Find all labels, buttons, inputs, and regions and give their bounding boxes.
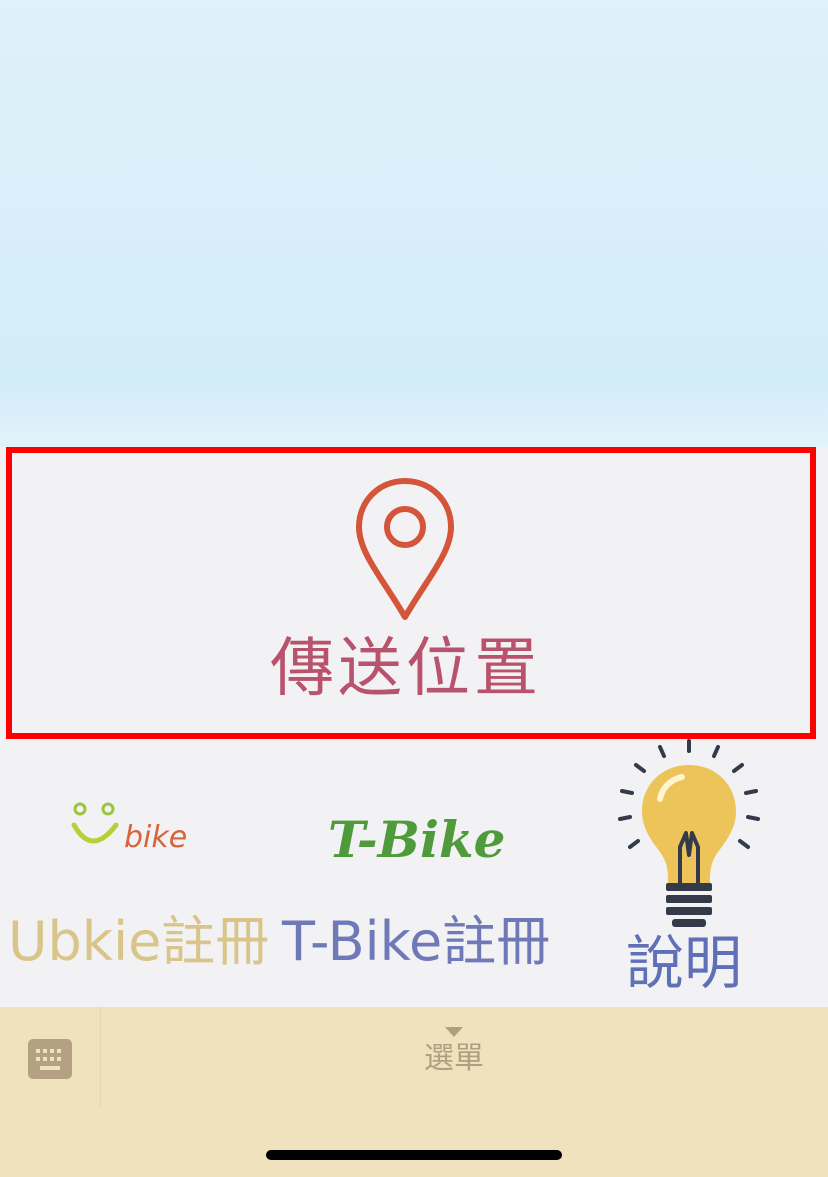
- ubike-logo-text: bike: [124, 820, 187, 855]
- keyboard-icon: [28, 1039, 72, 1079]
- ubike-register-button[interactable]: bike Ubkie註冊: [0, 737, 272, 1007]
- triangle-down-icon: [445, 1027, 463, 1037]
- chat-area: [0, 0, 828, 447]
- rich-menu: 傳送位置 bike Ubkie註冊 T-Bike T-Bike註冊 說明: [0, 447, 828, 1007]
- bottom-bar: 選單: [0, 1007, 828, 1177]
- menu-toggle-button[interactable]: 選單: [101, 1007, 828, 1109]
- tbike-logo-text: T-Bike: [328, 810, 505, 869]
- ubike-logo: bike: [71, 802, 187, 855]
- menu-toggle-label: 選單: [424, 1041, 484, 1076]
- home-indicator[interactable]: [266, 1150, 562, 1160]
- tbike-register-label: T-Bike註冊: [282, 910, 551, 973]
- location-pin-icon: [356, 478, 454, 620]
- keyboard-toggle-button[interactable]: [0, 1007, 100, 1109]
- help-button[interactable]: 說明: [556, 737, 828, 1007]
- help-label: 說明: [626, 929, 743, 997]
- send-location-label: 傳送位置: [270, 632, 542, 706]
- tbike-logo: T-Bike: [328, 810, 505, 869]
- send-location-button[interactable]: 傳送位置: [6, 447, 816, 739]
- lightbulb-icon: [618, 739, 760, 927]
- line-chat-screen: 傳送位置 bike Ubkie註冊 T-Bike T-Bike註冊 說明 選單: [0, 0, 828, 1177]
- tbike-register-button[interactable]: T-Bike T-Bike註冊: [272, 737, 556, 1007]
- ubike-register-label: Ubkie註冊: [8, 910, 270, 973]
